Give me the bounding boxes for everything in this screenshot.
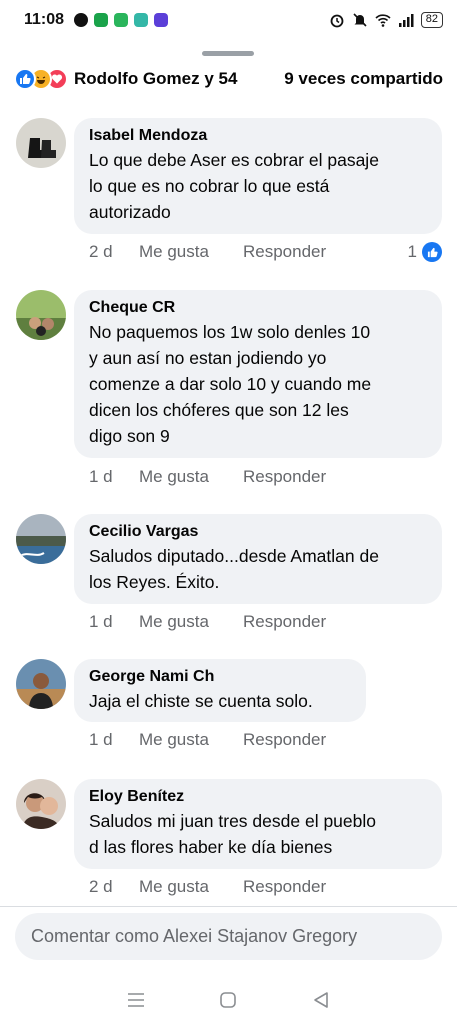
- wifi-icon: [375, 14, 391, 27]
- comment-bubble[interactable]: George Nami Ch Jaja el chiste se cuenta …: [74, 659, 366, 722]
- comment-actions: 1 d Me gusta Responder: [89, 730, 326, 750]
- back-icon[interactable]: [310, 989, 332, 1011]
- comment-input[interactable]: Comentar como Alexei Stajanov Gregory: [15, 913, 442, 960]
- sheet-drag-handle[interactable]: [202, 51, 254, 56]
- app-purple-icon: [154, 13, 169, 27]
- comment-item: Cheque CR No paquemos los 1w solo denles…: [16, 290, 442, 490]
- app-green-icon: [114, 13, 129, 27]
- comment-reaction-count[interactable]: 1: [408, 242, 442, 262]
- home-icon[interactable]: [217, 989, 239, 1011]
- like-button[interactable]: Me gusta: [139, 242, 243, 262]
- comment-bubble[interactable]: Isabel Mendoza Lo que debe Aser es cobra…: [74, 118, 442, 234]
- comment-bubble[interactable]: Eloy Benítez Saludos mi juan tres desde …: [74, 779, 442, 869]
- status-time: 11:08: [24, 11, 65, 28]
- comment-actions: 1 d Me gusta Responder: [89, 612, 326, 632]
- signal-icon: [398, 14, 414, 27]
- comment-age[interactable]: 1 d: [89, 730, 139, 750]
- comment-text: Lo que debe Aser es cobrar el pasaje lo …: [89, 150, 379, 222]
- reply-button[interactable]: Responder: [243, 467, 326, 487]
- status-app-icons: [74, 13, 169, 27]
- system-nav-bar: [0, 975, 457, 1024]
- comment-bubble[interactable]: Cheque CR No paquemos los 1w solo denles…: [74, 290, 442, 458]
- reply-button[interactable]: Responder: [243, 242, 326, 262]
- post-reactions-row[interactable]: Rodolfo Gomez y 54 9 veces compartido: [14, 66, 443, 92]
- menu-icon[interactable]: [125, 989, 147, 1011]
- composer-divider: [0, 906, 457, 907]
- comment-age[interactable]: 1 d: [89, 467, 139, 487]
- comment-author[interactable]: George Nami Ch: [89, 667, 352, 687]
- like-button[interactable]: Me gusta: [139, 877, 243, 897]
- comment-input-placeholder: Comentar como Alexei Stajanov Gregory: [31, 926, 358, 946]
- like-button[interactable]: Me gusta: [139, 467, 243, 487]
- avatar[interactable]: [16, 290, 66, 340]
- avatar[interactable]: [16, 779, 66, 829]
- avatar[interactable]: [16, 118, 66, 168]
- comment-age[interactable]: 2 d: [89, 877, 139, 897]
- app-teal-icon: [134, 13, 149, 27]
- comment-item: Eloy Benítez Saludos mi juan tres desde …: [16, 779, 442, 901]
- like-reaction-icon: [14, 68, 36, 90]
- comment-text: No paquemos los 1w solo denles 10 y aun …: [89, 322, 372, 446]
- messenger-icon: [74, 13, 89, 27]
- comment-actions: 2 d Me gusta Responder 1: [89, 242, 442, 262]
- like-icon: [422, 242, 442, 262]
- comment-text: Saludos diputado...desde Amatlan de los …: [89, 546, 379, 592]
- comment-author[interactable]: Eloy Benítez: [89, 787, 428, 807]
- like-button[interactable]: Me gusta: [139, 730, 243, 750]
- shield-green-icon: [94, 13, 109, 27]
- comment-item: George Nami Ch Jaja el chiste se cuenta …: [16, 659, 442, 759]
- reaction-icons: [14, 68, 68, 90]
- avatar[interactable]: [16, 514, 66, 564]
- comment-text: Saludos mi juan tres desde el pueblo d l…: [89, 811, 376, 857]
- reply-button[interactable]: Responder: [243, 730, 326, 750]
- comments-sheet: Rodolfo Gomez y 54 9 veces compartido Is…: [0, 40, 457, 1024]
- comment-author[interactable]: Cheque CR: [89, 298, 428, 318]
- alarm-icon: [330, 14, 344, 28]
- comment-age[interactable]: 1 d: [89, 612, 139, 632]
- comment-item: Cecilio Vargas Saludos diputado...desde …: [16, 514, 442, 634]
- comment-author[interactable]: Cecilio Vargas: [89, 522, 428, 542]
- comment-text: Jaja el chiste se cuenta solo.: [89, 691, 313, 711]
- mute-icon: [353, 13, 367, 27]
- battery-indicator: 82: [420, 12, 443, 28]
- status-bar: 11:08 82: [0, 0, 457, 40]
- reply-button[interactable]: Responder: [243, 612, 326, 632]
- comment-age[interactable]: 2 d: [89, 242, 139, 262]
- like-button[interactable]: Me gusta: [139, 612, 243, 632]
- comment-item: Isabel Mendoza Lo que debe Aser es cobra…: [16, 118, 442, 270]
- reactors-summary[interactable]: Rodolfo Gomez y 54: [74, 69, 237, 89]
- shares-count[interactable]: 9 veces compartido: [284, 69, 443, 89]
- comment-actions: 1 d Me gusta Responder: [89, 467, 326, 487]
- comment-actions: 2 d Me gusta Responder: [89, 877, 326, 897]
- comment-bubble[interactable]: Cecilio Vargas Saludos diputado...desde …: [74, 514, 442, 604]
- comment-author[interactable]: Isabel Mendoza: [89, 126, 428, 146]
- reply-button[interactable]: Responder: [243, 877, 326, 897]
- avatar[interactable]: [16, 659, 66, 709]
